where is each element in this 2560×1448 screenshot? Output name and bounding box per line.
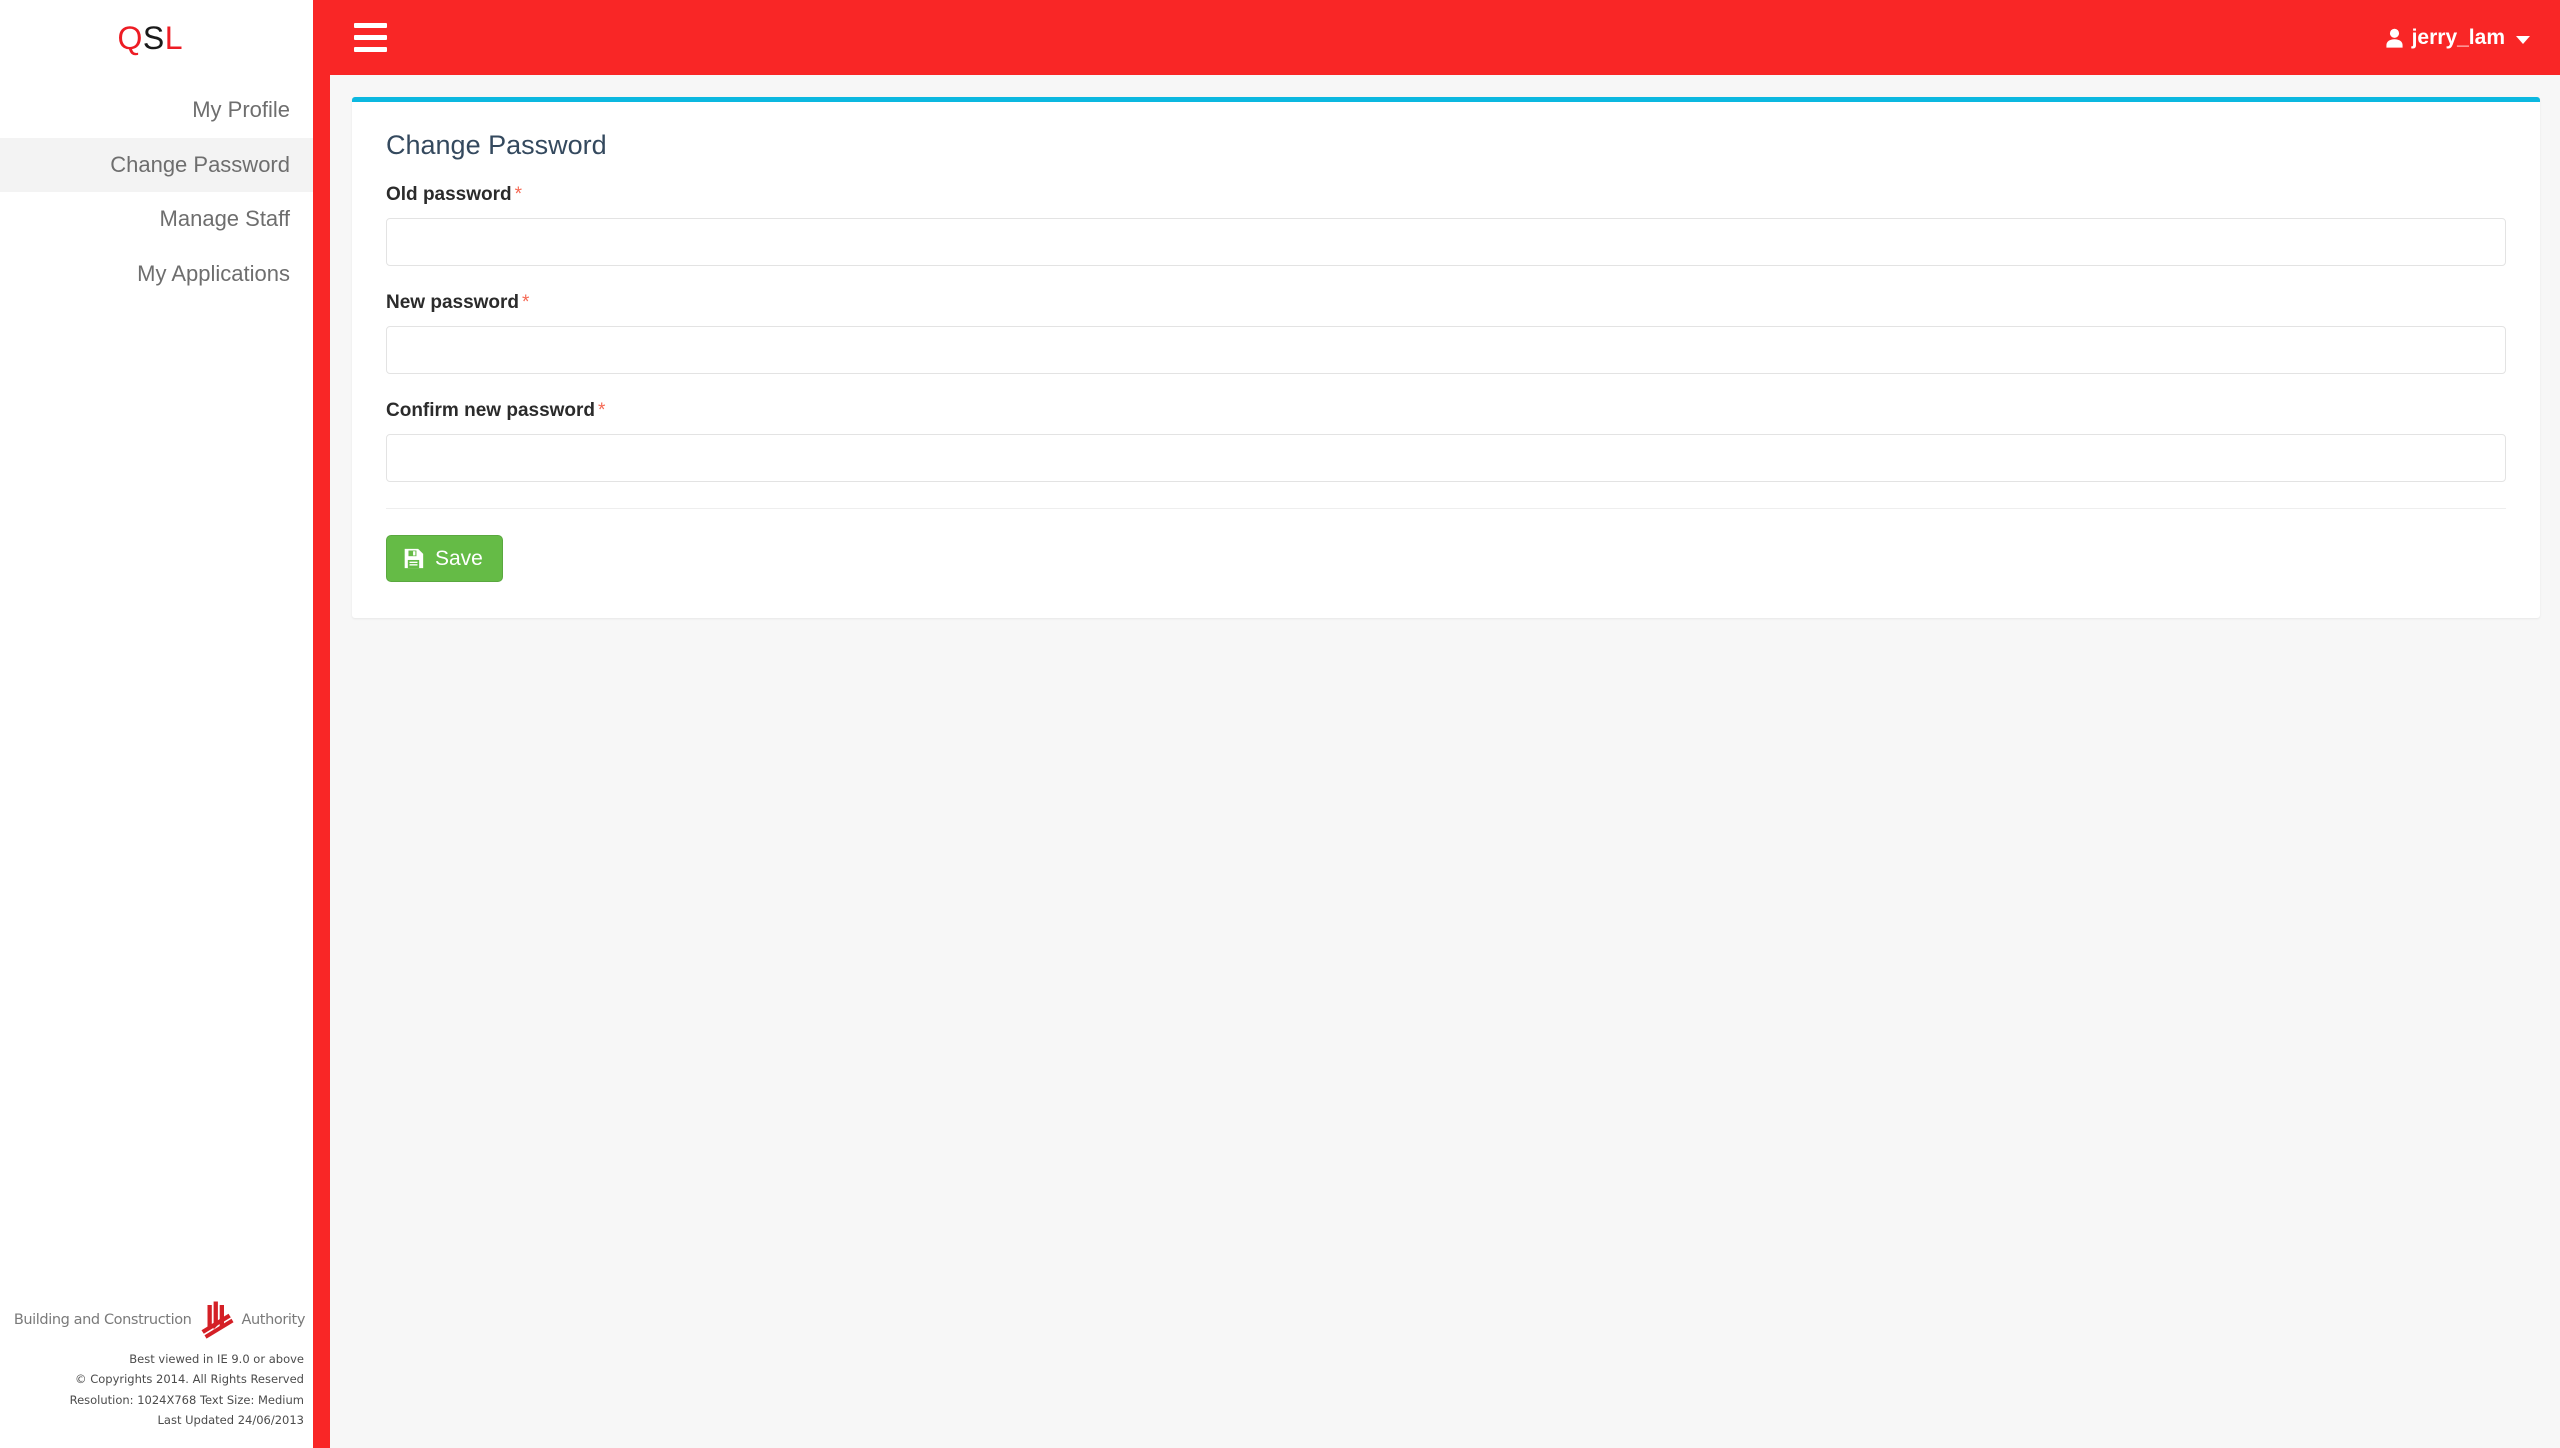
chevron-down-icon — [2516, 35, 2530, 44]
save-button-label: Save — [435, 546, 483, 570]
new-password-input[interactable] — [386, 325, 2506, 374]
page-title: Change Password — [386, 130, 607, 160]
confirm-new-password-label: Confirm new password * — [386, 400, 2506, 423]
form-actions: Save — [352, 509, 2540, 582]
user-name-label: jerry_lam — [2411, 25, 2505, 49]
bca-logo-suffix-text: Authority — [241, 1312, 305, 1329]
top-navbar: jerry_lam — [330, 0, 2560, 75]
form-group-old-password: Old password * — [386, 184, 2506, 267]
save-floppy-icon — [404, 548, 424, 569]
confirm-new-password-required-marker: * — [598, 399, 606, 421]
old-password-label-text: Old password — [386, 184, 512, 206]
footer-line-browser: Best viewed in IE 9.0 or above — [129, 1352, 304, 1367]
change-password-panel: Change Password Old password * New passwo… — [352, 97, 2540, 618]
change-password-form: Old password * New password * Confirm new … — [352, 167, 2540, 509]
footer-info-text: Best viewed in IE 9.0 or above © Copyrig… — [70, 1349, 306, 1430]
sidebar-item-change-password[interactable]: Change Password — [0, 137, 313, 193]
logo-char-l: L — [164, 19, 183, 56]
old-password-required-marker: * — [514, 184, 523, 206]
user-icon — [2386, 28, 2403, 48]
save-button[interactable]: Save — [386, 534, 503, 582]
confirm-new-password-label-text: Confirm new password — [386, 399, 596, 421]
hamburger-bar-1 — [354, 23, 387, 28]
sidebar-item-manage-staff[interactable]: Manage Staff — [0, 192, 313, 247]
sidebar-footer: Building and Construction Authority Best… — [0, 1300, 313, 1448]
brand-logo[interactable]: QSL — [0, 0, 313, 75]
bca-logo: Building and Construction Authority — [14, 1300, 306, 1340]
form-group-confirm-new-password: Confirm new password * — [386, 400, 2506, 482]
old-password-label: Old password * — [386, 184, 2506, 207]
bca-logo-prefix-text: Building and Construction — [13, 1312, 192, 1329]
main-column: jerry_lam Change Password Old password* — [330, 0, 2560, 1448]
new-password-label: New password * — [386, 292, 2506, 315]
confirm-new-password-input[interactable] — [386, 433, 2506, 482]
app-root: QSL My Profile Change Password Manage St… — [0, 0, 2560, 1448]
old-password-input[interactable] — [386, 218, 2506, 267]
logo-char-s: S — [142, 19, 165, 56]
footer-line-copyright: © Copyrights 2014. All Rights Reserved — [75, 1372, 304, 1387]
red-accent-strip — [313, 0, 330, 1448]
hamburger-bar-3 — [354, 47, 387, 52]
sidebar-item-my-applications[interactable]: My Applications — [0, 247, 313, 302]
footer-line-last-updated: Last Updated 24/06/2013 — [157, 1412, 305, 1427]
hamburger-bar-2 — [354, 35, 387, 40]
brand-logo-text: QSL — [117, 22, 183, 54]
hamburger-icon[interactable] — [354, 21, 394, 55]
new-password-required-marker: * — [522, 292, 530, 314]
new-password-label-text: New password — [386, 292, 520, 314]
sidebar: QSL My Profile Change Password Manage St… — [0, 0, 313, 1448]
form-group-new-password: New password * — [386, 292, 2506, 374]
content-area: Change Password Old password * New passwo… — [330, 75, 2560, 1448]
sidebar-item-my-profile[interactable]: My Profile — [0, 83, 313, 138]
footer-line-resolution: Resolution: 1024X768 Text Size: Medium — [69, 1392, 304, 1407]
bca-emblem-icon — [201, 1301, 234, 1339]
logo-char-q: Q — [117, 19, 143, 56]
user-menu-dropdown[interactable]: jerry_lam — [2384, 22, 2532, 54]
sidebar-nav: My Profile Change Password Manage Staff … — [0, 83, 313, 301]
